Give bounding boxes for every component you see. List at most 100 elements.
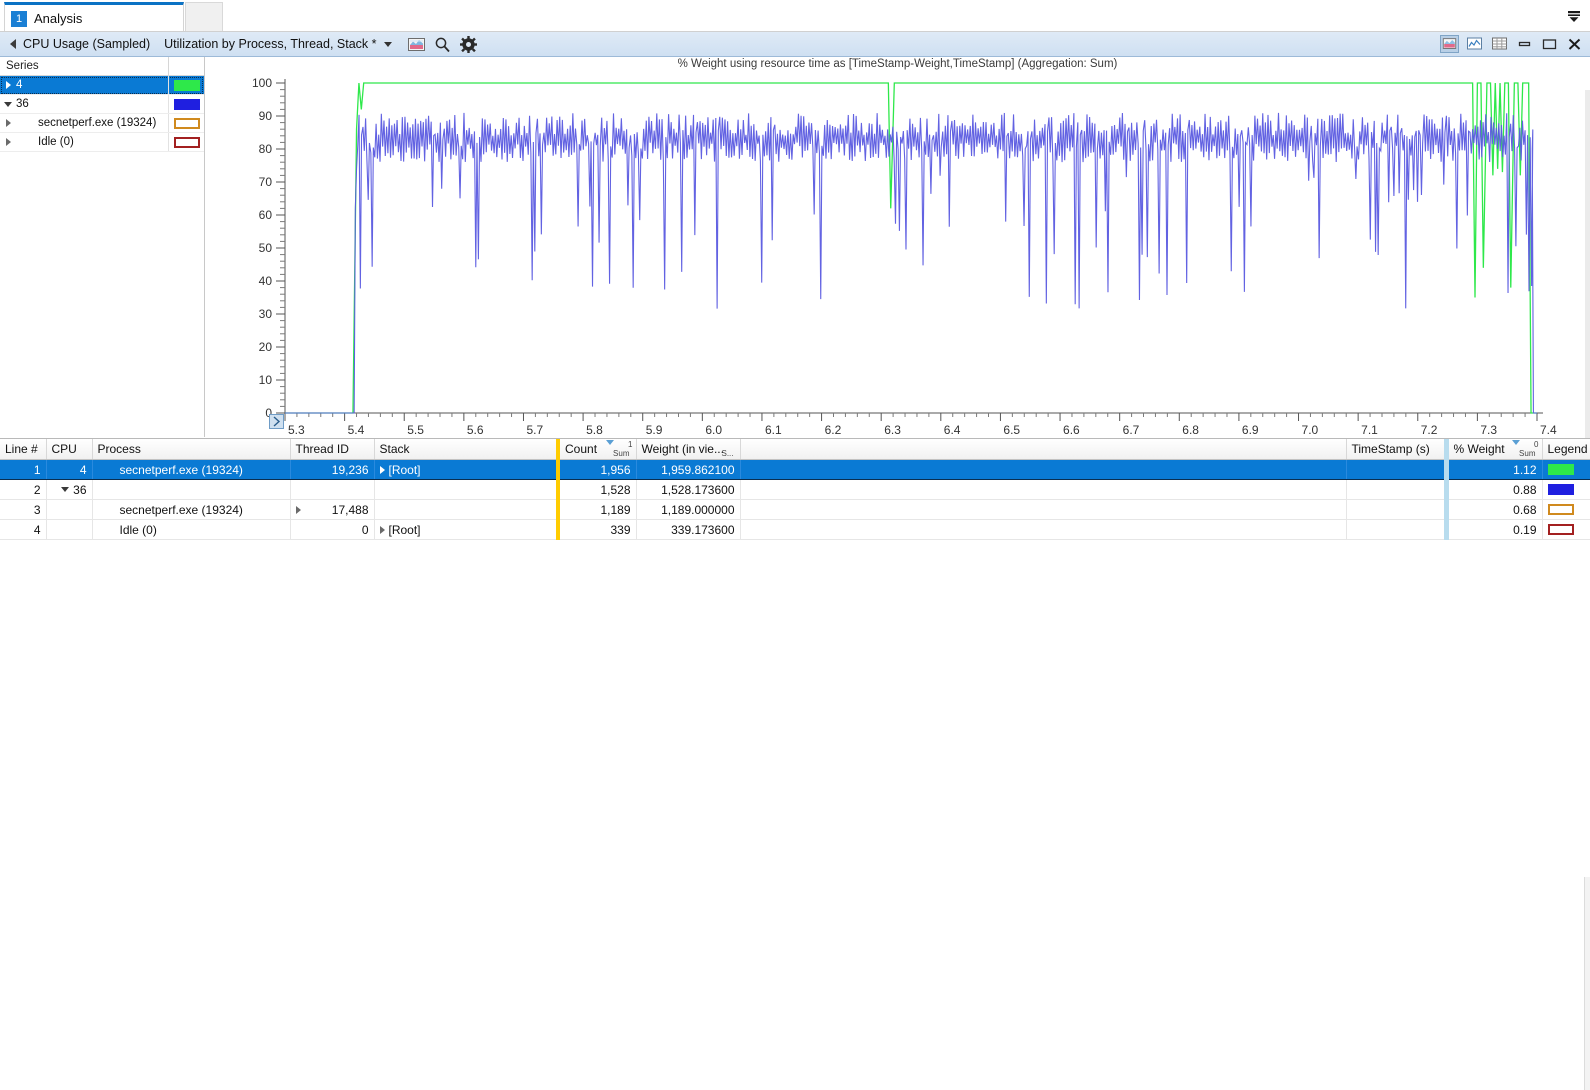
cell-legend[interactable] xyxy=(1542,499,1590,520)
column-header-thread[interactable]: Thread ID xyxy=(290,439,375,460)
cell-weight[interactable]: 1,528.173600 xyxy=(636,479,741,500)
cell-weight[interactable]: 1,959.862100 xyxy=(636,459,741,480)
legend-color-swatch xyxy=(1547,464,1574,475)
minimize-icon[interactable] xyxy=(1515,35,1534,53)
table-vertical-scrollbar[interactable] xyxy=(1584,877,1590,1090)
cpu-value: 36 xyxy=(73,482,87,497)
cell-thread-id[interactable] xyxy=(290,479,375,500)
search-icon[interactable] xyxy=(434,36,451,53)
cell-count[interactable]: 1,528 xyxy=(556,479,637,500)
count-value: 1,956 xyxy=(600,462,631,477)
cell-stack[interactable]: [Root] xyxy=(374,519,559,540)
cell-line-number[interactable]: 3 xyxy=(0,499,47,520)
series-panel-header: Series xyxy=(0,57,204,76)
table-row[interactable]: 2 36 1,528 1,528.173600 0.88 xyxy=(0,479,1590,500)
cell-percent-weight[interactable]: 0.88 xyxy=(1443,479,1543,500)
new-tab-button[interactable] xyxy=(185,2,223,32)
series-row[interactable]: secnetperf.exe (19324) xyxy=(0,114,204,133)
cell-line-number[interactable]: 2 xyxy=(0,479,47,500)
cell-process[interactable]: Idle (0) xyxy=(92,519,291,540)
column-header-ts[interactable]: TimeStamp (s) xyxy=(1346,439,1447,460)
chart-plot-area[interactable]: 0 10 20 30 40 50 60 70 80 90 100 5.3 5.4 5.5 5.6 5.7 5.8… xyxy=(205,73,1590,437)
cell-thread-id[interactable]: 17,488 xyxy=(290,499,375,520)
expand-triangle-icon[interactable] xyxy=(295,505,301,514)
series-color-cell[interactable] xyxy=(168,133,204,151)
collapse-triangle-icon[interactable] xyxy=(0,101,16,107)
close-icon[interactable] xyxy=(1565,35,1584,53)
cell-cpu[interactable] xyxy=(46,519,93,540)
sort-descending-icon xyxy=(605,440,614,445)
series-color-cell[interactable] xyxy=(168,114,204,132)
cell-stack[interactable] xyxy=(374,499,559,520)
cell-cpu[interactable] xyxy=(46,499,93,520)
svg-text:6.6: 6.6 xyxy=(1063,423,1080,437)
expand-triangle-icon[interactable] xyxy=(0,81,16,89)
cell-count[interactable]: 339 xyxy=(556,519,637,540)
column-header-pct[interactable]: % Weight 0 Sum xyxy=(1443,439,1543,460)
column-header-legend[interactable]: Legend xyxy=(1542,439,1590,460)
chart-thumbnail-icon[interactable] xyxy=(407,36,425,53)
column-header-label: Line # xyxy=(5,442,38,456)
cell-process[interactable] xyxy=(92,479,291,500)
chevron-down-icon[interactable] xyxy=(1566,9,1582,23)
cell-count[interactable]: 1,956 xyxy=(556,459,637,480)
cell-timestamp[interactable] xyxy=(1346,459,1447,480)
cell-thread-id[interactable]: 19,236 xyxy=(290,459,375,480)
column-header-line[interactable]: Line # xyxy=(0,439,47,460)
cell-spacer xyxy=(740,459,1347,480)
cell-timestamp[interactable] xyxy=(1346,519,1447,540)
column-header-stack[interactable]: Stack xyxy=(374,439,559,460)
cell-weight[interactable]: 1,189.000000 xyxy=(636,499,741,520)
cell-percent-weight[interactable]: 0.19 xyxy=(1443,519,1543,540)
cell-cpu[interactable]: 4 xyxy=(46,459,93,480)
series-row[interactable]: 4 xyxy=(0,76,204,95)
series-color-cell[interactable] xyxy=(168,95,204,113)
chart-vertical-scrollbar[interactable] xyxy=(1585,90,1590,494)
cell-line-number[interactable]: 1 xyxy=(0,459,47,480)
cell-stack[interactable]: [Root] xyxy=(374,459,559,480)
collapse-triangle-icon[interactable] xyxy=(61,487,70,492)
expand-triangle-icon[interactable] xyxy=(0,138,16,146)
cell-percent-weight[interactable]: 0.68 xyxy=(1443,499,1543,520)
expand-triangle-icon[interactable] xyxy=(379,465,385,474)
column-header-weight[interactable]: Weight (in vie... S... xyxy=(636,439,741,460)
cell-count[interactable]: 1,189 xyxy=(556,499,637,520)
tab-analysis[interactable]: 1 Analysis xyxy=(4,2,184,32)
table-row[interactable]: 1 4 secnetperf.exe (19324) 19,236 [Root] 1,95… xyxy=(0,459,1590,480)
cell-percent-weight[interactable]: 1.12 xyxy=(1443,459,1543,480)
cell-weight[interactable]: 339.173600 xyxy=(636,519,741,540)
series-row[interactable]: 36 xyxy=(0,95,204,114)
timeline-nav-handle[interactable] xyxy=(269,414,284,429)
table-row[interactable]: 4 Idle (0) 0 [Root] 339 339.173600 0.19 xyxy=(0,519,1590,540)
cell-process[interactable]: secnetperf.exe (19324) xyxy=(92,499,291,520)
cell-legend[interactable] xyxy=(1542,519,1590,540)
cell-stack[interactable] xyxy=(374,479,559,500)
svg-text:7.1: 7.1 xyxy=(1361,423,1378,437)
svg-text:6.0: 6.0 xyxy=(705,423,722,437)
graph-and-table-icon[interactable] xyxy=(1465,35,1484,53)
series-row[interactable]: Idle (0) xyxy=(0,133,204,152)
column-header-count[interactable]: Count 1 Sum xyxy=(556,439,637,460)
expand-triangle-icon[interactable] xyxy=(379,525,385,534)
cell-process[interactable]: secnetperf.exe (19324) xyxy=(92,459,291,480)
cell-legend[interactable] xyxy=(1542,479,1590,500)
maximize-icon[interactable] xyxy=(1540,35,1559,53)
collapse-triangle-icon[interactable] xyxy=(10,39,16,49)
graph-view-icon[interactable] xyxy=(1440,35,1459,53)
cell-line-number[interactable]: 4 xyxy=(0,519,47,540)
column-header-cpu[interactable]: CPU xyxy=(46,439,93,460)
gear-icon[interactable] xyxy=(459,35,477,53)
count-value: 1,189 xyxy=(600,502,631,517)
cell-timestamp[interactable] xyxy=(1346,499,1447,520)
table-row[interactable]: 3 secnetperf.exe (19324) 17,488 1,189 1,189.… xyxy=(0,499,1590,520)
cell-legend[interactable] xyxy=(1542,459,1590,480)
series-color-cell[interactable] xyxy=(168,76,204,94)
column-header-process[interactable]: Process xyxy=(92,439,291,460)
column-header-spacer[interactable] xyxy=(740,439,1347,460)
expand-triangle-icon[interactable] xyxy=(0,119,16,127)
cell-thread-id[interactable]: 0 xyxy=(290,519,375,540)
cell-timestamp[interactable] xyxy=(1346,479,1447,500)
preset-dropdown-icon[interactable] xyxy=(383,41,392,47)
cell-cpu[interactable]: 36 xyxy=(46,479,93,500)
table-view-icon[interactable] xyxy=(1490,35,1509,53)
